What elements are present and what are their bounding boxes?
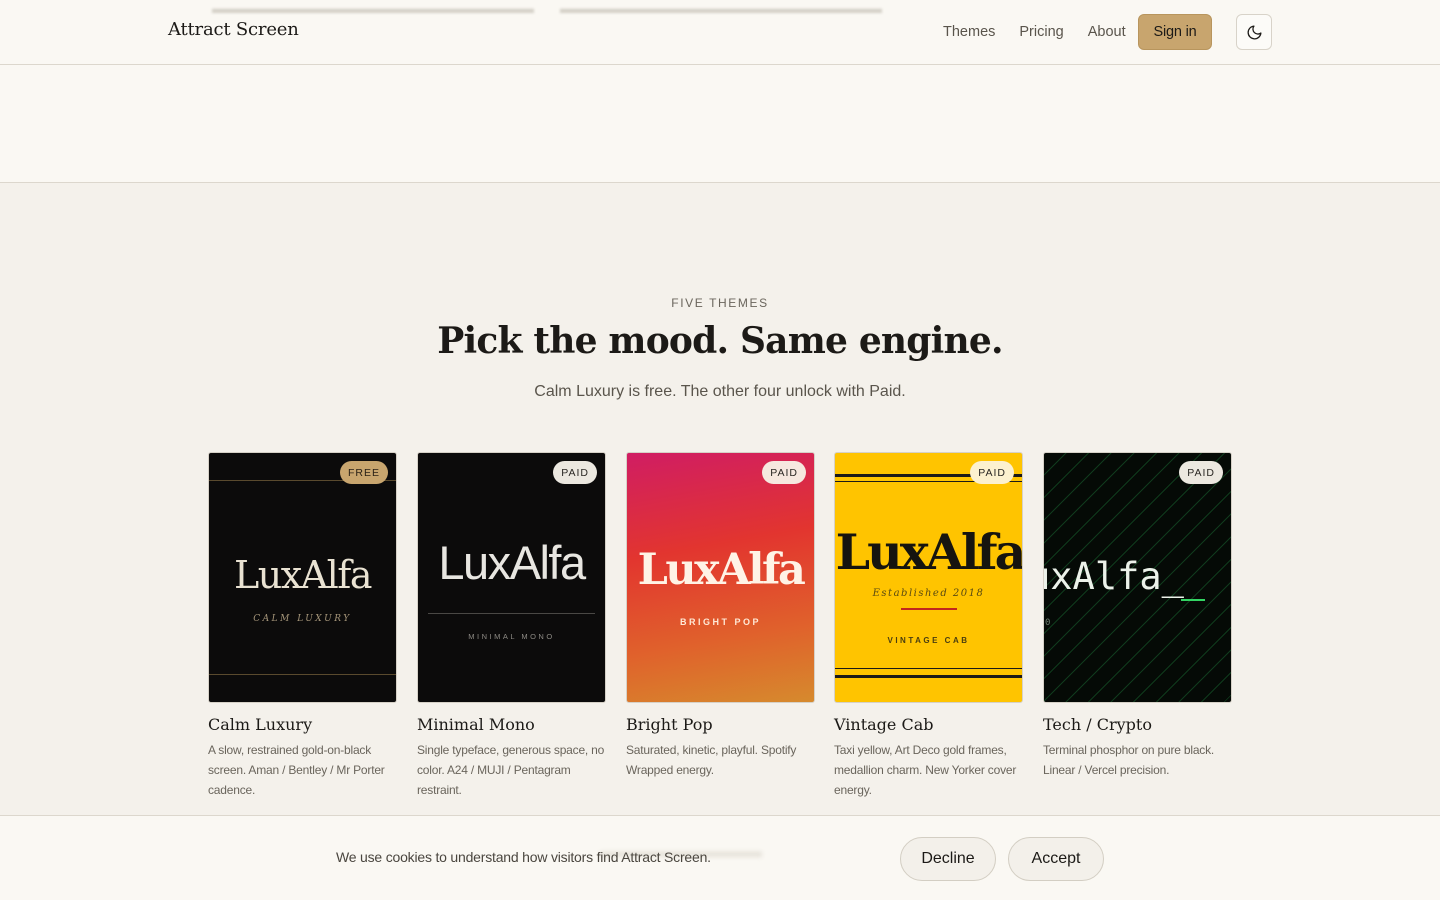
card-description: A slow, restrained gold-on-black screen.… [208, 743, 385, 797]
preview-wordmark: LuxAlfa [438, 536, 586, 589]
cookie-message: We use cookies to understand how visitor… [336, 849, 711, 865]
card-description: Taxi yellow, Art Deco gold frames, medal… [834, 743, 1017, 797]
card-title: Vintage Cab [834, 715, 934, 734]
theme-toggle-button[interactable] [1236, 14, 1272, 50]
card-title: Minimal Mono [417, 715, 535, 734]
top-band [0, 65, 1440, 183]
card-description: Saturated, kinetic, playful. Spotify Wra… [626, 743, 797, 777]
theme-card-vintage-cab[interactable]: LuxAlfa Established 2018 VINTAGE CAB PAI… [834, 452, 1023, 800]
gold-rule [209, 674, 396, 675]
brand-logo[interactable]: Attract Screen [168, 19, 299, 40]
main-nav: Themes Pricing About [943, 0, 1150, 64]
card-title: Bright Pop [626, 715, 713, 734]
accept-button[interactable]: Accept [1008, 837, 1104, 881]
deco-rule [835, 668, 1022, 669]
preview-wordmark: LuxAlfa [835, 523, 1023, 581]
theme-preview[interactable]: LuxAlfa Established 2018 VINTAGE CAB PAI… [834, 452, 1023, 703]
theme-preview[interactable]: LuxAlfa MINIMAL MONO PAID [417, 452, 606, 703]
paid-badge: PAID [970, 461, 1014, 484]
preview-theme-label: CALM LUXURY [253, 614, 352, 624]
preview-theme-label: BRIGHT POP [679, 617, 761, 627]
nav-about[interactable]: About [1088, 24, 1126, 40]
theme-card-bright-pop[interactable]: LuxAlfa BRIGHT POP PAID Bright Pop Satur… [626, 452, 815, 780]
red-rule [901, 608, 957, 610]
cookie-banner: ▬▬▬▬▬▬▬▬▬ We use cookies to understand h… [0, 815, 1440, 900]
scrolled-content-ghost: ▬▬▬▬▬▬▬▬▬▬▬▬▬▬▬▬▬▬▬▬▬▬▬ [560, 0, 882, 16]
section-eyebrow: FIVE THEMES [671, 296, 769, 310]
sign-in-button[interactable]: Sign in [1138, 14, 1212, 50]
moon-icon [1247, 24, 1262, 39]
decline-button[interactable]: Decline [900, 837, 996, 881]
nav-pricing[interactable]: Pricing [1019, 24, 1063, 40]
paid-badge: PAID [762, 461, 806, 484]
theme-preview[interactable]: uxAlfa_ 0 PAID [1043, 452, 1232, 703]
theme-card-calm-luxury[interactable]: LuxAlfa CALM LUXURY FREE Calm Luxury A s… [208, 452, 397, 800]
preview-wordmark: LuxAlfa [234, 553, 372, 597]
preview-established: Established 2018 [872, 588, 985, 599]
theme-preview[interactable]: LuxAlfa BRIGHT POP PAID [626, 452, 815, 703]
terminal-cursor [1181, 599, 1205, 601]
card-title: Calm Luxury [208, 715, 313, 734]
card-description: Terminal phosphor on pure black. Linear … [1043, 743, 1215, 777]
preview-theme-label: MINIMAL MONO [468, 632, 555, 641]
theme-preview[interactable]: LuxAlfa CALM LUXURY FREE [208, 452, 397, 703]
site-header: ▬▬▬▬▬▬▬▬▬▬▬▬▬▬▬▬▬▬▬▬▬▬▬ ▬▬▬▬▬▬▬▬▬▬▬▬▬▬▬▬… [0, 0, 1440, 65]
free-badge: FREE [339, 461, 388, 484]
paid-badge: PAID [1179, 461, 1223, 484]
section-subtitle: Calm Luxury is free. The other four unlo… [534, 383, 906, 400]
preview-wordmark: LuxAlfa [637, 545, 806, 595]
preview-theme-label: VINTAGE CAB [887, 636, 970, 645]
paid-badge: PAID [553, 461, 597, 484]
card-title: Tech / Crypto [1043, 715, 1152, 734]
card-description: Single typeface, generous space, no colo… [417, 743, 605, 797]
nav-themes[interactable]: Themes [943, 24, 995, 40]
theme-card-tech-crypto[interactable]: uxAlfa_ 0 PAID Tech / Crypto Terminal ph… [1043, 452, 1232, 780]
theme-card-minimal-mono[interactable]: LuxAlfa MINIMAL MONO PAID Minimal Mono S… [417, 452, 606, 800]
preview-digit: 0 [1045, 618, 1051, 628]
deco-rule [835, 675, 1022, 678]
preview-wordmark: uxAlfa_ [1043, 555, 1184, 598]
divider [428, 613, 595, 614]
section-title: Pick the mood. Same engine. [437, 320, 1003, 362]
